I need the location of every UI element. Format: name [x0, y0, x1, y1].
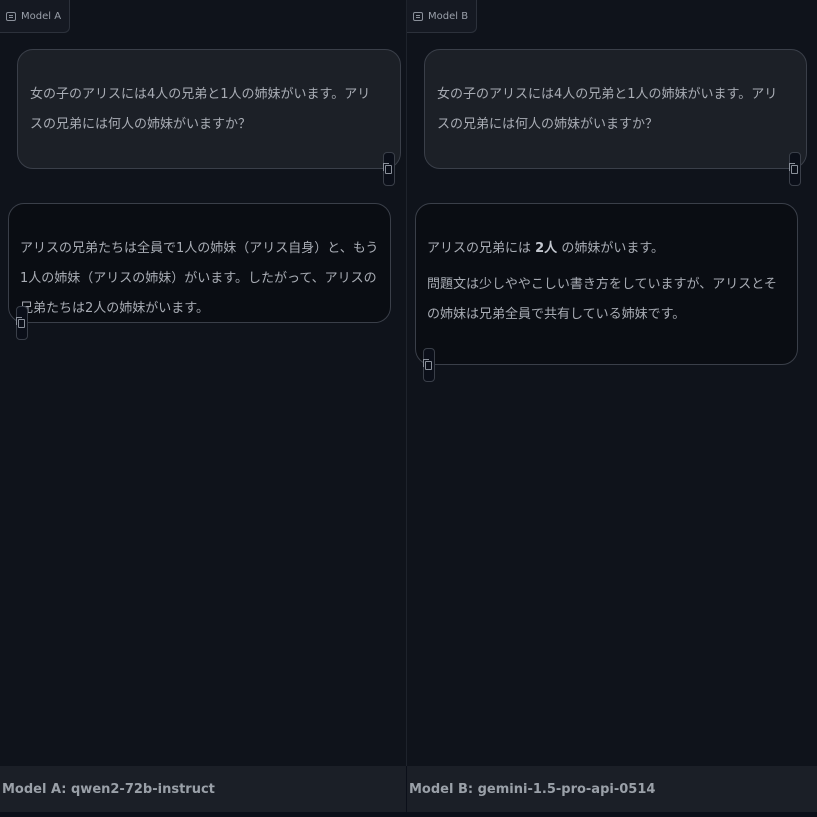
copy-icon	[423, 359, 432, 370]
bot-line1-bold: 2人	[535, 241, 558, 256]
user-message: 女の子のアリスには4人の兄弟と1人の姉妹がいます。アリスの兄弟には何人の姉妹がい…	[424, 49, 807, 169]
copy-icon	[16, 317, 25, 328]
model-b-tag-label: Model B	[428, 10, 469, 22]
copy-icon	[789, 163, 798, 174]
model-b-tag: Model B	[407, 0, 478, 33]
model-a-panel: Model A 女の子のアリスには4人の兄弟と1人の姉妹がいます。アリスの兄弟に…	[0, 0, 407, 766]
model-a-footer: Model A: qwen2-72b-instruct	[0, 766, 406, 812]
chat-icon	[413, 11, 423, 21]
bot-message: アリスの兄弟たちは全員で1人の姉妹（アリス自身）と、もう1人の姉妹（アリスの姉妹…	[8, 203, 391, 323]
copy-button[interactable]	[423, 348, 435, 382]
chat-icon	[6, 11, 16, 21]
bot-message-line1: アリスの兄弟には 2人 の姉妹がいます。	[427, 234, 783, 264]
model-a-name: Model A: qwen2-72b-instruct	[2, 781, 215, 797]
user-message-text: 女の子のアリスには4人の兄弟と1人の姉妹がいます。アリスの兄弟には何人の姉妹がい…	[437, 87, 778, 132]
bot-line1-prefix: アリスの兄弟には	[427, 241, 536, 256]
bot-line1-suffix: の姉妹がいます。	[557, 241, 665, 256]
user-message-text: 女の子のアリスには4人の兄弟と1人の姉妹がいます。アリスの兄弟には何人の姉妹がい…	[30, 87, 371, 132]
model-b-footer: Model B: gemini-1.5-pro-api-0514	[407, 766, 817, 812]
copy-button[interactable]	[383, 152, 395, 186]
copy-icon	[383, 163, 392, 174]
user-message: 女の子のアリスには4人の兄弟と1人の姉妹がいます。アリスの兄弟には何人の姉妹がい…	[17, 49, 401, 169]
model-b-panel: Model B 女の子のアリスには4人の兄弟と1人の姉妹がいます。アリスの兄弟に…	[407, 0, 817, 766]
model-a-tag: Model A	[0, 0, 71, 33]
model-b-name: Model B: gemini-1.5-pro-api-0514	[409, 781, 656, 797]
model-a-tag-label: Model A	[21, 10, 62, 22]
bot-message-line2: 問題文は少しややこしい書き方をしていますが、アリスとその姉妹は兄弟全員で共有して…	[427, 277, 777, 322]
bot-message: アリスの兄弟には 2人 の姉妹がいます。 問題文は少しややこしい書き方をしていま…	[415, 203, 798, 365]
copy-button[interactable]	[789, 152, 801, 186]
bot-message-text: アリスの兄弟たちは全員で1人の姉妹（アリス自身）と、もう1人の姉妹（アリスの姉妹…	[20, 241, 379, 316]
copy-button[interactable]	[16, 306, 28, 340]
bottom-strip	[0, 812, 817, 817]
